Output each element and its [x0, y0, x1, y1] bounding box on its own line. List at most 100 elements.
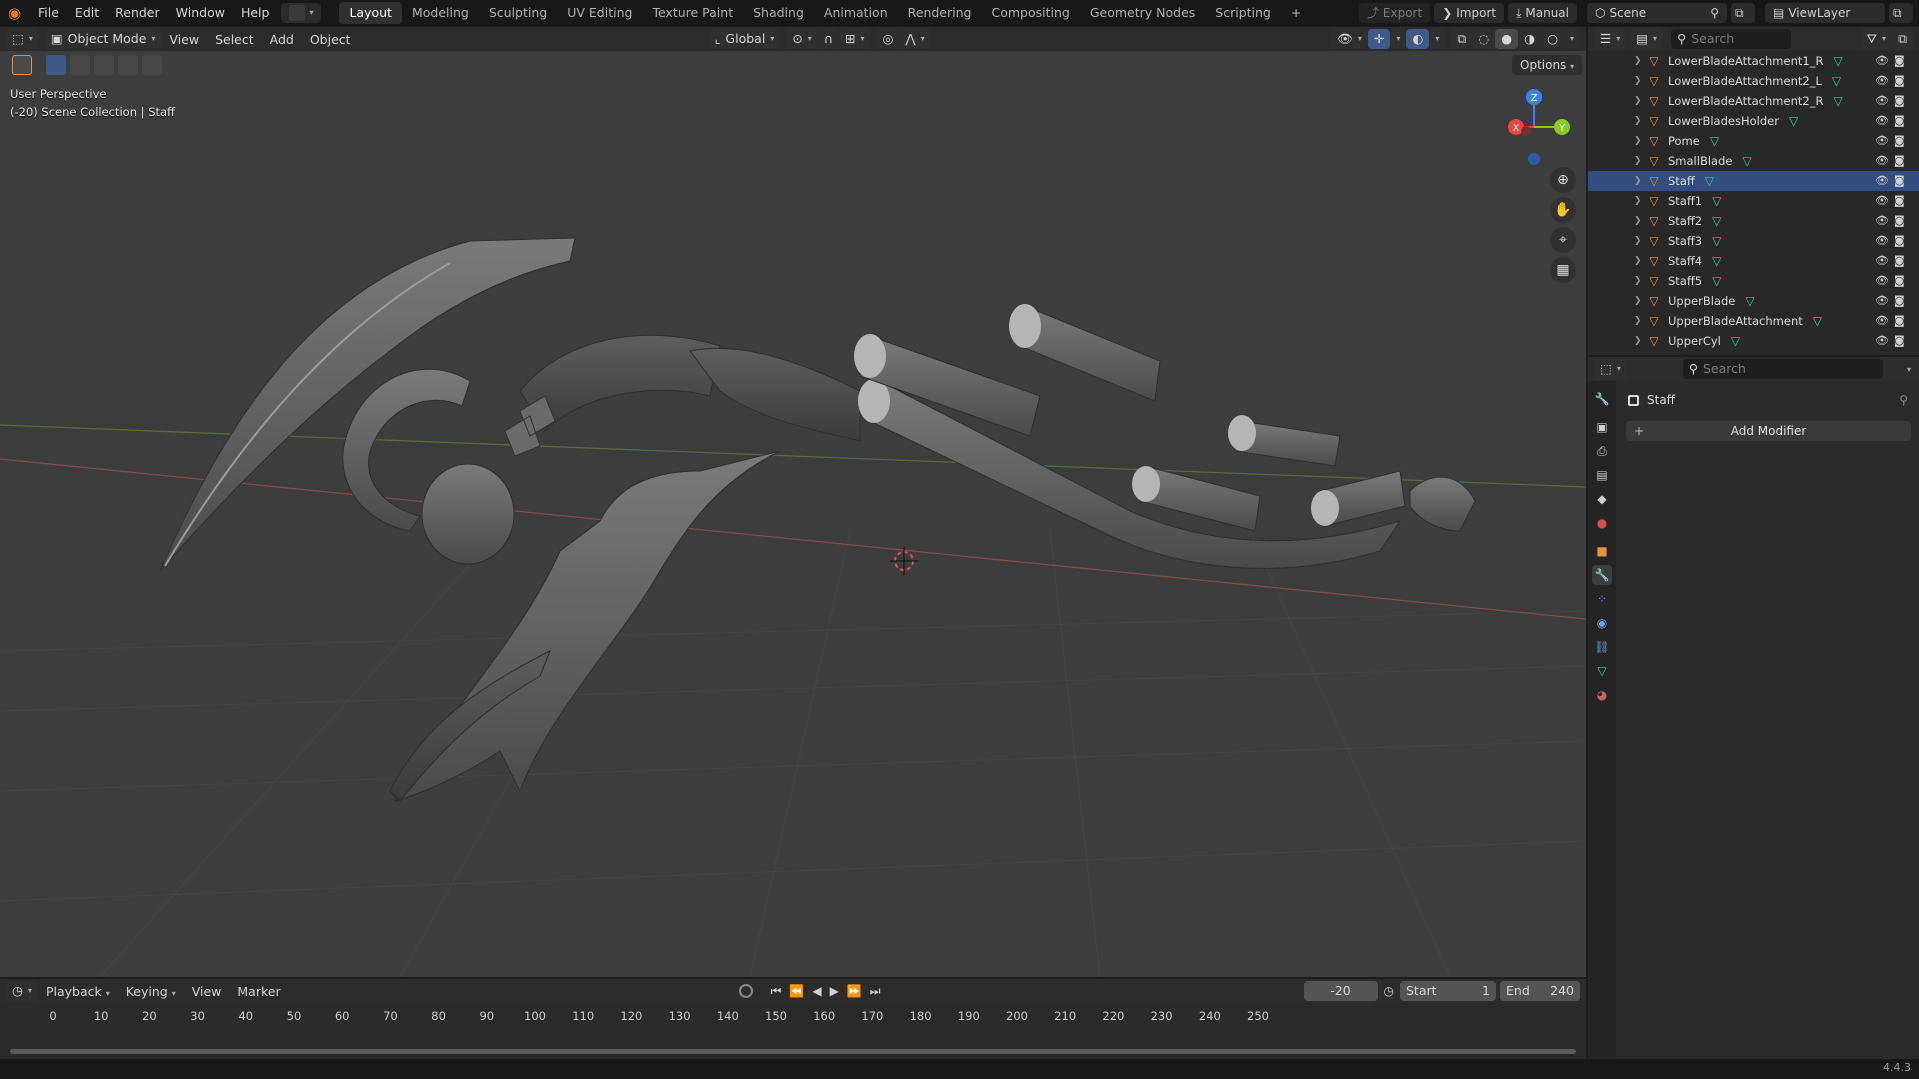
blender-logo-icon[interactable]: ◉: [8, 4, 30, 22]
outliner-search-field[interactable]: ⚲ Search: [1671, 29, 1792, 49]
expand-chevron-icon[interactable]: ❯: [1634, 231, 1646, 251]
visibility-eye-icon[interactable]: 👁: [1875, 291, 1889, 311]
visibility-eye-icon[interactable]: 👁: [1875, 151, 1889, 171]
proportional-edit-toggle[interactable]: ◎: [876, 29, 900, 49]
render-camera-icon[interactable]: ◙: [1894, 71, 1905, 91]
outliner-row[interactable]: ❯ ▽ LowerBladeAttachment2_L ▽ 👁 ◙: [1588, 71, 1919, 91]
shading-material-button[interactable]: ◑: [1518, 29, 1542, 49]
properties-search-field[interactable]: ⚲ Search: [1682, 359, 1883, 379]
menu-help[interactable]: Help: [233, 2, 278, 24]
start-frame-field[interactable]: Start 1: [1400, 981, 1496, 1001]
outliner-row[interactable]: ❯ ▽ LowerBladesHolder ▽ 👁 ◙: [1588, 111, 1919, 131]
visibility-eye-icon[interactable]: 👁: [1875, 91, 1889, 111]
material-tab-icon[interactable]: ◕: [1592, 685, 1612, 705]
editor-type-button[interactable]: ⬚ ▾: [6, 29, 39, 49]
view-layer-tab-icon[interactable]: ▤: [1592, 465, 1612, 485]
render-camera-icon[interactable]: ◙: [1894, 111, 1905, 131]
menu-playback[interactable]: Playback ▾: [38, 984, 118, 999]
shading-options[interactable]: ▾: [1563, 29, 1580, 49]
expand-chevron-icon[interactable]: ❯: [1634, 151, 1646, 171]
outliner-row[interactable]: ❯ ▽ UpperBlade ▽ 👁 ◙: [1588, 291, 1919, 311]
mesh-data-icon[interactable]: ▽: [1712, 191, 1721, 211]
mesh-data-icon[interactable]: ▽: [1731, 331, 1740, 351]
constraints-tab-icon[interactable]: ⛓: [1592, 637, 1612, 657]
overlay-toggle[interactable]: ◐: [1406, 29, 1430, 49]
outliner-row[interactable]: ❯ ▽ UpperCyl ▽ 👁 ◙: [1588, 331, 1919, 351]
new-scene-button[interactable]: ⧉: [1731, 3, 1755, 23]
expand-chevron-icon[interactable]: ❯: [1634, 131, 1646, 151]
render-camera-icon[interactable]: ◙: [1894, 231, 1905, 251]
outliner-row[interactable]: ❯ ▽ Staff5 ▽ 👁 ◙: [1588, 271, 1919, 291]
tab-compositing[interactable]: Compositing: [981, 2, 1079, 24]
outliner-row[interactable]: ❯ ▽ Staff4 ▽ 👁 ◙: [1588, 251, 1919, 271]
tab-modeling[interactable]: Modeling: [402, 2, 479, 24]
tab-geometry-nodes[interactable]: Geometry Nodes: [1080, 2, 1205, 24]
visibility-eye-icon[interactable]: 👁: [1875, 271, 1889, 291]
visibility-eye-icon[interactable]: 👁: [1875, 231, 1889, 251]
expand-chevron-icon[interactable]: ❯: [1634, 331, 1646, 351]
mesh-data-icon[interactable]: ▽: [1813, 311, 1822, 331]
outliner-row[interactable]: ❯ ▽ Staff ▽ 👁 ◙: [1588, 171, 1919, 191]
xray-toggle[interactable]: ⧉: [1451, 29, 1473, 49]
snap-target-selector[interactable]: ⊞ ▾: [838, 29, 871, 49]
render-camera-icon[interactable]: ◙: [1894, 91, 1905, 111]
jump-keyframe-forward-icon[interactable]: ⏩: [843, 984, 866, 998]
menu-file[interactable]: File: [30, 2, 67, 24]
visibility-selector[interactable]: 👁 ▾: [1331, 29, 1368, 49]
render-camera-icon[interactable]: ◙: [1894, 131, 1905, 151]
3d-viewport[interactable]: ⬚ ▾ ▣ Object Mode ▾ View Select Add Object …: [0, 27, 1586, 977]
tab-shading[interactable]: Shading: [743, 2, 814, 24]
menu-select[interactable]: Select: [207, 32, 262, 47]
visibility-eye-icon[interactable]: 👁: [1875, 191, 1889, 211]
expand-chevron-icon[interactable]: ❯: [1634, 311, 1646, 331]
tab-layout[interactable]: Layout: [339, 2, 402, 24]
tab-sculpting[interactable]: Sculpting: [479, 2, 557, 24]
render-camera-icon[interactable]: ◙: [1894, 311, 1905, 331]
outliner-editor-type-button[interactable]: ☰ ▾: [1594, 29, 1627, 49]
pin-icon[interactable]: ⚲: [1710, 3, 1719, 23]
object-tab-icon[interactable]: ■: [1592, 541, 1612, 561]
world-tab-icon[interactable]: ●: [1592, 513, 1612, 533]
scene-tab-icon[interactable]: ◆: [1592, 489, 1612, 509]
staff2-mesh[interactable]: [1019, 305, 1161, 402]
render-camera-icon[interactable]: ◙: [1894, 251, 1905, 271]
new-collection-button[interactable]: ⧉: [1892, 29, 1913, 49]
expand-chevron-icon[interactable]: ❯: [1634, 211, 1646, 231]
expand-chevron-icon[interactable]: ❯: [1634, 171, 1646, 191]
zoom-icon[interactable]: ⊕: [1550, 167, 1576, 193]
outliner-row[interactable]: ❯ ▽ Pome ▽ 👁 ◙: [1588, 131, 1919, 151]
visibility-eye-icon[interactable]: 👁: [1875, 131, 1889, 151]
mode-selector[interactable]: ▣ Object Mode ▾: [44, 29, 162, 49]
jump-keyframe-back-icon[interactable]: ⏪: [785, 984, 808, 998]
mesh-data-icon[interactable]: ▽: [1833, 91, 1842, 111]
scene-selector[interactable]: ⬡ Scene ⚲: [1587, 3, 1727, 23]
render-camera-icon[interactable]: ◙: [1894, 271, 1905, 291]
mesh-data-icon[interactable]: ▽: [1710, 131, 1719, 151]
render-camera-icon[interactable]: ◙: [1894, 291, 1905, 311]
new-viewlayer-button[interactable]: ⧉: [1889, 3, 1913, 23]
expand-chevron-icon[interactable]: ❯: [1634, 91, 1646, 111]
outliner-row[interactable]: ❯ ▽ Staff1 ▽ 👁 ◙: [1588, 191, 1919, 211]
play-icon[interactable]: ▶: [826, 984, 843, 998]
tab-animation[interactable]: Animation: [814, 2, 898, 24]
physics-tab-icon[interactable]: ◉: [1592, 613, 1612, 633]
visibility-eye-icon[interactable]: 👁: [1875, 71, 1889, 91]
blades-holder-mesh[interactable]: [689, 347, 861, 442]
outliner-row[interactable]: ❯ ▽ LowerBladeAttachment2_R ▽ 👁 ◙: [1588, 91, 1919, 111]
upper-cyl-mesh[interactable]: [1409, 476, 1476, 532]
expand-chevron-icon[interactable]: ❯: [1634, 291, 1646, 311]
shading-wireframe-button[interactable]: ◌: [1472, 29, 1496, 49]
visibility-eye-icon[interactable]: 👁: [1875, 251, 1889, 271]
gizmo-toggle[interactable]: ✛: [1367, 29, 1391, 49]
pin-icon[interactable]: ⚲: [1899, 393, 1908, 407]
outliner-row[interactable]: ❯ ▽ LowerBladeAttachment1_R ▽ 👁 ◙: [1588, 51, 1919, 71]
menu-view[interactable]: View: [161, 32, 207, 47]
current-frame-field[interactable]: -20: [1303, 981, 1378, 1001]
snap-toggle[interactable]: ∩: [817, 29, 839, 49]
mesh-data-icon[interactable]: ▽: [1789, 111, 1798, 131]
tab-scripting[interactable]: Scripting: [1205, 2, 1281, 24]
filter-button[interactable]: ⛛ ▾: [1860, 29, 1893, 49]
menu-window[interactable]: Window: [168, 2, 233, 24]
menu-render[interactable]: Render: [107, 2, 168, 24]
mesh-data-icon[interactable]: ▽: [1712, 271, 1721, 291]
